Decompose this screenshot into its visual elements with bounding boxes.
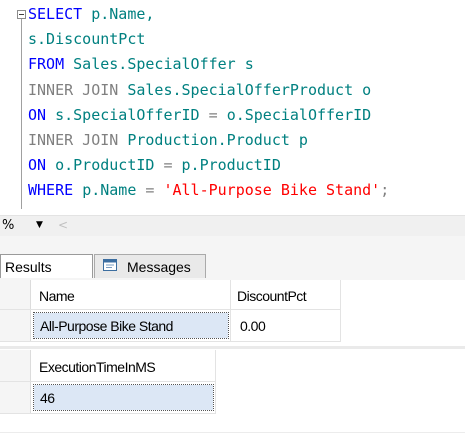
sql-token: Sales.SpecialOffer s	[73, 55, 254, 73]
sql-line: SELECT p.Name,	[28, 4, 154, 24]
cell-name[interactable]: All-Purpose Bike Stand	[40, 318, 173, 334]
sql-token: INNER JOIN	[28, 131, 128, 149]
sql-token: =	[145, 181, 164, 199]
column-header-name[interactable]: Name	[39, 288, 75, 304]
tab-messages-label: Messages	[127, 259, 191, 275]
scroll-left-icon[interactable]: <	[58, 218, 68, 232]
column-header-executiontime[interactable]: ExecutionTimeInMS	[39, 359, 156, 375]
grid-separator	[0, 346, 465, 349]
sql-token: Sales.SpecialOfferProduct o	[127, 81, 372, 99]
messages-icon	[103, 259, 117, 271]
cell-discountpct[interactable]: 0.00	[240, 318, 266, 334]
collapse-minus-icon[interactable]	[17, 10, 26, 19]
sql-token: s.SpecialOfferID	[55, 106, 209, 124]
row-header	[0, 350, 31, 414]
sql-token: o.ProductID	[55, 156, 164, 174]
results-tabs: Results Messages	[0, 236, 465, 280]
results-grid: Name DiscountPct All-Purpose Bike Stand …	[0, 280, 465, 435]
grid-line	[0, 309, 340, 310]
tab-results[interactable]: Results	[0, 254, 93, 278]
sql-token: p.Name,	[91, 5, 155, 23]
sql-line: WHERE p.Name = 'All-Purpose Bike Stand';	[28, 180, 389, 200]
sql-token: WHERE	[28, 181, 83, 199]
sql-token: o.SpecialOfferID	[226, 106, 372, 124]
sql-token: INNER JOIN	[28, 81, 128, 99]
grid-line	[230, 280, 231, 342]
sql-token: 'All-Purpose Bike Stand'	[163, 181, 381, 199]
sql-token: =	[163, 156, 182, 174]
grid-line	[0, 381, 215, 382]
grid-line	[0, 341, 340, 342]
sql-token: ;	[380, 181, 390, 199]
zoom-dropdown-icon[interactable]: ▼	[36, 220, 43, 230]
zoom-bar: % ▼ <	[0, 215, 465, 236]
grid-line	[340, 280, 341, 342]
sql-token: =	[208, 106, 227, 124]
row-header	[0, 280, 31, 342]
tab-results-label: Results	[5, 259, 52, 275]
sql-line: INNER JOIN Sales.SpecialOfferProduct o	[28, 80, 371, 100]
selected-cell-highlight	[33, 384, 214, 411]
sql-line: ON o.ProductID = p.ProductID	[28, 155, 281, 175]
sql-token: FROM	[28, 55, 74, 73]
sql-token: Production.Product p	[127, 131, 308, 149]
tab-messages[interactable]: Messages	[94, 254, 206, 278]
sql-line: ON s.SpecialOfferID = o.SpecialOfferID	[28, 105, 371, 125]
sql-token: ON	[28, 106, 56, 124]
sql-token: ON	[28, 156, 56, 174]
sql-line: INNER JOIN Production.Product p	[28, 130, 308, 150]
grid-line	[0, 413, 215, 414]
sql-editor[interactable]: SELECT p.Name, s.DiscountPct FROM Sales.Sp…	[0, 0, 465, 215]
cell-executiontime[interactable]: 46	[40, 390, 55, 406]
column-header-discountpct[interactable]: DiscountPct	[237, 288, 307, 304]
sql-token: s.DiscountPct	[28, 30, 146, 48]
sql-token: SELECT	[28, 5, 92, 23]
sql-token: p.ProductID	[181, 156, 281, 174]
sql-line: s.DiscountPct	[28, 29, 145, 49]
zoom-level[interactable]: %	[2, 218, 14, 233]
grid-line	[215, 350, 216, 414]
grid-bottom-border	[0, 432, 465, 433]
sql-line: FROM Sales.SpecialOffer s	[28, 54, 254, 74]
sql-token: p.Name	[82, 181, 146, 199]
outline-guide	[21, 19, 22, 209]
